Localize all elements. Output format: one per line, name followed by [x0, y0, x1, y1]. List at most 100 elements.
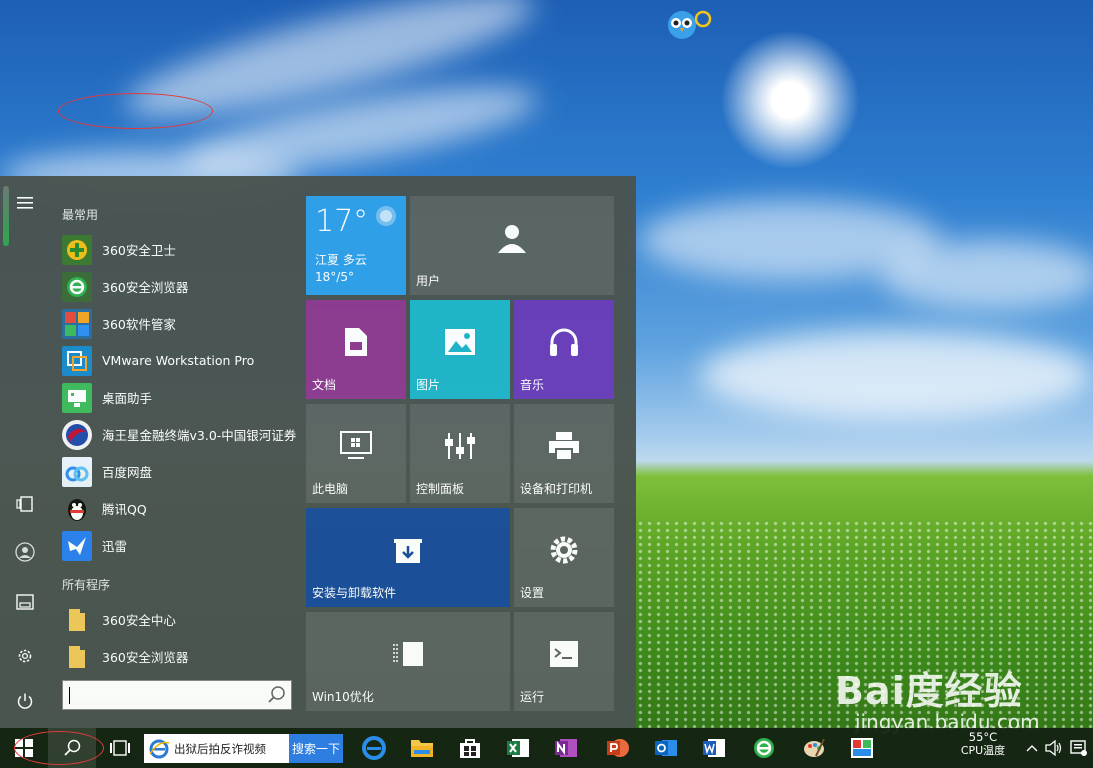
- music-tile[interactable]: 音乐: [514, 300, 614, 399]
- app-label: 360安全浏览器: [102, 280, 189, 295]
- app-item[interactable]: 360安全中心: [62, 601, 298, 638]
- app-item[interactable]: 百度网盘: [62, 453, 298, 490]
- tile-label: 设置: [520, 586, 545, 600]
- win10-optimize-tile[interactable]: Win10优化: [306, 612, 510, 711]
- highlight-annotation: [14, 731, 104, 765]
- thunder-bird-icon: [62, 530, 92, 561]
- edge-icon: [362, 736, 386, 760]
- neptune-finance-icon: [62, 419, 92, 450]
- scrollbar[interactable]: [3, 186, 9, 246]
- file-explorer-icon[interactable]: [12, 589, 38, 615]
- onenote-icon: [555, 739, 577, 757]
- paint-button[interactable]: [790, 728, 838, 768]
- tile-label: 用户: [416, 274, 441, 288]
- folder-icon: [62, 605, 92, 635]
- word-button[interactable]: [690, 728, 738, 768]
- app-label: 桌面助手: [102, 391, 153, 406]
- app-item[interactable]: 迅雷: [62, 527, 298, 564]
- weather-location: 江夏 多云: [315, 253, 367, 267]
- tablet-mode-icon[interactable]: [12, 491, 38, 517]
- app-label: 360安全浏览器: [102, 650, 189, 665]
- text-caret: [69, 687, 70, 704]
- user-avatar-icon[interactable]: [12, 539, 38, 565]
- weather-temperature: 17°: [315, 204, 369, 239]
- desktop-assistant-icon: [62, 382, 92, 413]
- user-tile[interactable]: 用户: [410, 196, 614, 295]
- app-label: 360软件管家: [102, 317, 176, 332]
- run-tile[interactable]: 运行: [514, 612, 614, 711]
- app-item[interactable]: 360安全浏览器: [62, 638, 298, 675]
- edge-browser-button[interactable]: [350, 728, 398, 768]
- app-item[interactable]: 腾讯QQ: [62, 490, 298, 527]
- powerpoint-icon: [607, 739, 629, 757]
- image-viewer-button[interactable]: [838, 728, 886, 768]
- app-label: 百度网盘: [102, 465, 153, 480]
- computer-icon: [340, 430, 372, 459]
- store-button[interactable]: [446, 728, 494, 768]
- document-icon: [345, 327, 367, 356]
- highlight-annotation: [58, 93, 213, 129]
- most-used-heading: 最常用: [62, 208, 99, 222]
- search-icon[interactable]: [267, 685, 287, 705]
- outlook-button[interactable]: [642, 728, 690, 768]
- show-hidden-icons-button[interactable]: [1022, 738, 1042, 758]
- tile-label: 此电脑: [312, 482, 349, 496]
- start-menu: 最常用 360安全卫士 360安全浏览器 360软件管家 VMware Work…: [0, 176, 636, 728]
- action-center-button[interactable]: [1068, 738, 1088, 758]
- baidu-jingyan-watermark: Bai度经验 jingyan.baidu.com: [835, 650, 1085, 740]
- image-viewer-icon: [851, 738, 873, 758]
- app-item[interactable]: 海王星金融终端v3.0-中国银河证券: [62, 416, 298, 453]
- power-icon[interactable]: [12, 688, 38, 714]
- app-item[interactable]: 360软件管家: [62, 305, 298, 342]
- sliders-icon: [445, 432, 475, 459]
- settings-tile[interactable]: 设置: [514, 508, 614, 607]
- onenote-button[interactable]: [542, 728, 590, 768]
- qq-penguin-icon: [62, 493, 92, 524]
- file-explorer-button[interactable]: [398, 728, 446, 768]
- folder-icon: [411, 740, 433, 757]
- cpu-temperature-widget[interactable]: 55°C CPU温度: [948, 730, 1018, 758]
- run-command-icon: [550, 640, 578, 667]
- tile-label: Win10优化: [312, 690, 374, 704]
- browser-360-button[interactable]: [740, 728, 788, 768]
- weather-tile[interactable]: 17° 江夏 多云 18°/5°: [306, 196, 406, 295]
- all-programs-heading: 所有程序: [62, 578, 111, 592]
- excel-button[interactable]: [494, 728, 542, 768]
- weather-range: 18°/5°: [315, 270, 354, 284]
- search-go-button[interactable]: 搜索一下: [289, 734, 343, 763]
- control-panel-tile[interactable]: 控制面板: [410, 404, 510, 503]
- sun: [720, 30, 860, 170]
- app-item[interactable]: 360安全浏览器: [62, 268, 298, 305]
- word-icon: [703, 739, 725, 757]
- owl-mascot-icon[interactable]: [666, 8, 712, 40]
- install-uninstall-tile[interactable]: 安装与卸载软件: [306, 508, 510, 607]
- cpu-temperature: 55°C: [968, 730, 998, 744]
- tile-label: 音乐: [520, 378, 545, 392]
- hot-search-box[interactable]: 出狱后拍反诈视频: [144, 734, 289, 763]
- hamburger-menu-icon[interactable]: [12, 190, 38, 216]
- printer-icon: [549, 431, 579, 461]
- browser-360-icon: [754, 738, 774, 758]
- app-item[interactable]: VMware Workstation Pro: [62, 342, 298, 379]
- outlook-icon: [655, 740, 677, 756]
- start-search-input[interactable]: [62, 680, 292, 710]
- paint-palette-icon: [804, 738, 825, 757]
- watermark-brand: Bai度经验: [835, 669, 1023, 713]
- app-item[interactable]: 桌面助手: [62, 379, 298, 416]
- devices-printers-tile[interactable]: 设备和打印机: [514, 404, 614, 503]
- headphones-icon: [550, 328, 578, 356]
- app-label: 360安全卫士: [102, 243, 176, 258]
- documents-tile[interactable]: 文档: [306, 300, 406, 399]
- powerpoint-button[interactable]: [594, 728, 642, 768]
- sun-icon: [376, 206, 396, 226]
- tile-label: 运行: [520, 690, 545, 704]
- cpu-temperature-label: CPU温度: [960, 744, 1006, 757]
- task-view-icon: [110, 740, 130, 756]
- settings-gear-icon[interactable]: [12, 643, 38, 669]
- notification-icon: [1070, 740, 1087, 756]
- app-item[interactable]: 360安全卫士: [62, 231, 298, 268]
- this-pc-tile[interactable]: 此电脑: [306, 404, 406, 503]
- volume-button[interactable]: [1044, 738, 1064, 758]
- baidu-netdisk-icon: [62, 456, 92, 487]
- pictures-tile[interactable]: 图片: [410, 300, 510, 399]
